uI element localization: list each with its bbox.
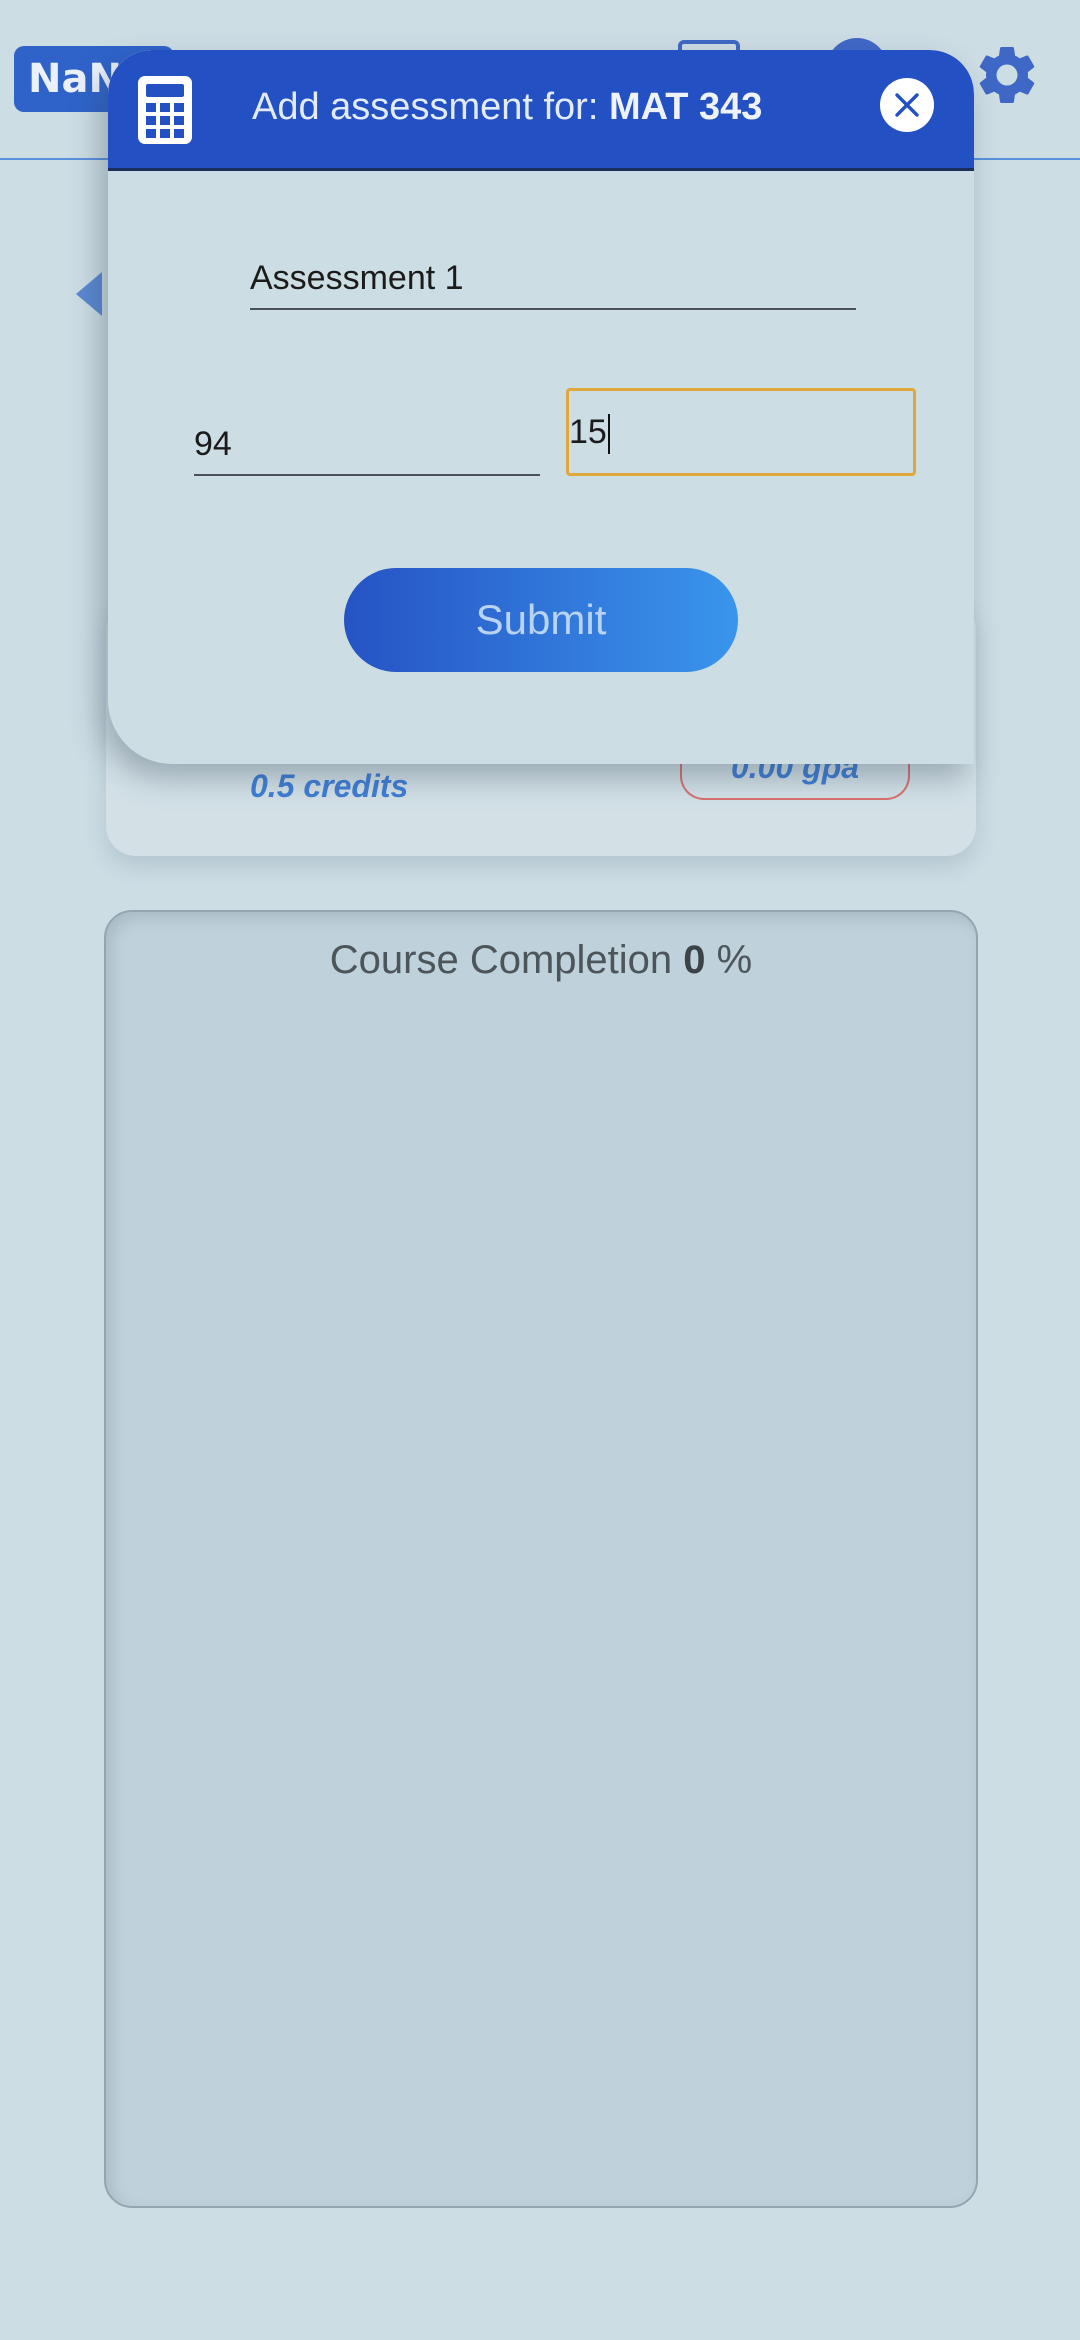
dialog-title-prefix: Add assessment for: — [252, 86, 599, 128]
dialog-title: Add assessment for: MAT 343 — [252, 86, 762, 129]
chevron-left-icon[interactable] — [76, 272, 102, 316]
dialog-course-code: MAT 343 — [608, 86, 763, 128]
calculator-icon — [138, 76, 192, 144]
gear-icon[interactable] — [972, 40, 1042, 110]
assessment-name-input[interactable]: Assessment 1 — [250, 242, 856, 310]
grade-value: 94 — [194, 425, 232, 463]
assessment-name-value: Assessment 1 — [250, 259, 464, 297]
dialog-header: Add assessment for: MAT 343 — [108, 50, 974, 171]
text-caret — [607, 414, 610, 455]
course-credits: 0.5 credits — [250, 768, 409, 804]
grade-input[interactable]: 94 — [194, 410, 540, 476]
add-assessment-dialog: Add assessment for: MAT 343 Assessment 1… — [108, 50, 974, 764]
completion-value: 0 — [683, 938, 706, 982]
weight-value: 15 — [569, 413, 607, 451]
weight-input[interactable]: 15 — [566, 388, 916, 476]
completion-unit: % — [716, 938, 753, 982]
submit-button[interactable]: Submit — [344, 568, 738, 672]
close-button[interactable] — [880, 78, 934, 132]
completion-label: Course Completion — [329, 938, 673, 982]
course-completion-title: Course Completion 0 % — [106, 938, 976, 983]
course-completion-panel: Course Completion 0 % — [104, 910, 978, 2208]
close-icon — [895, 93, 919, 117]
